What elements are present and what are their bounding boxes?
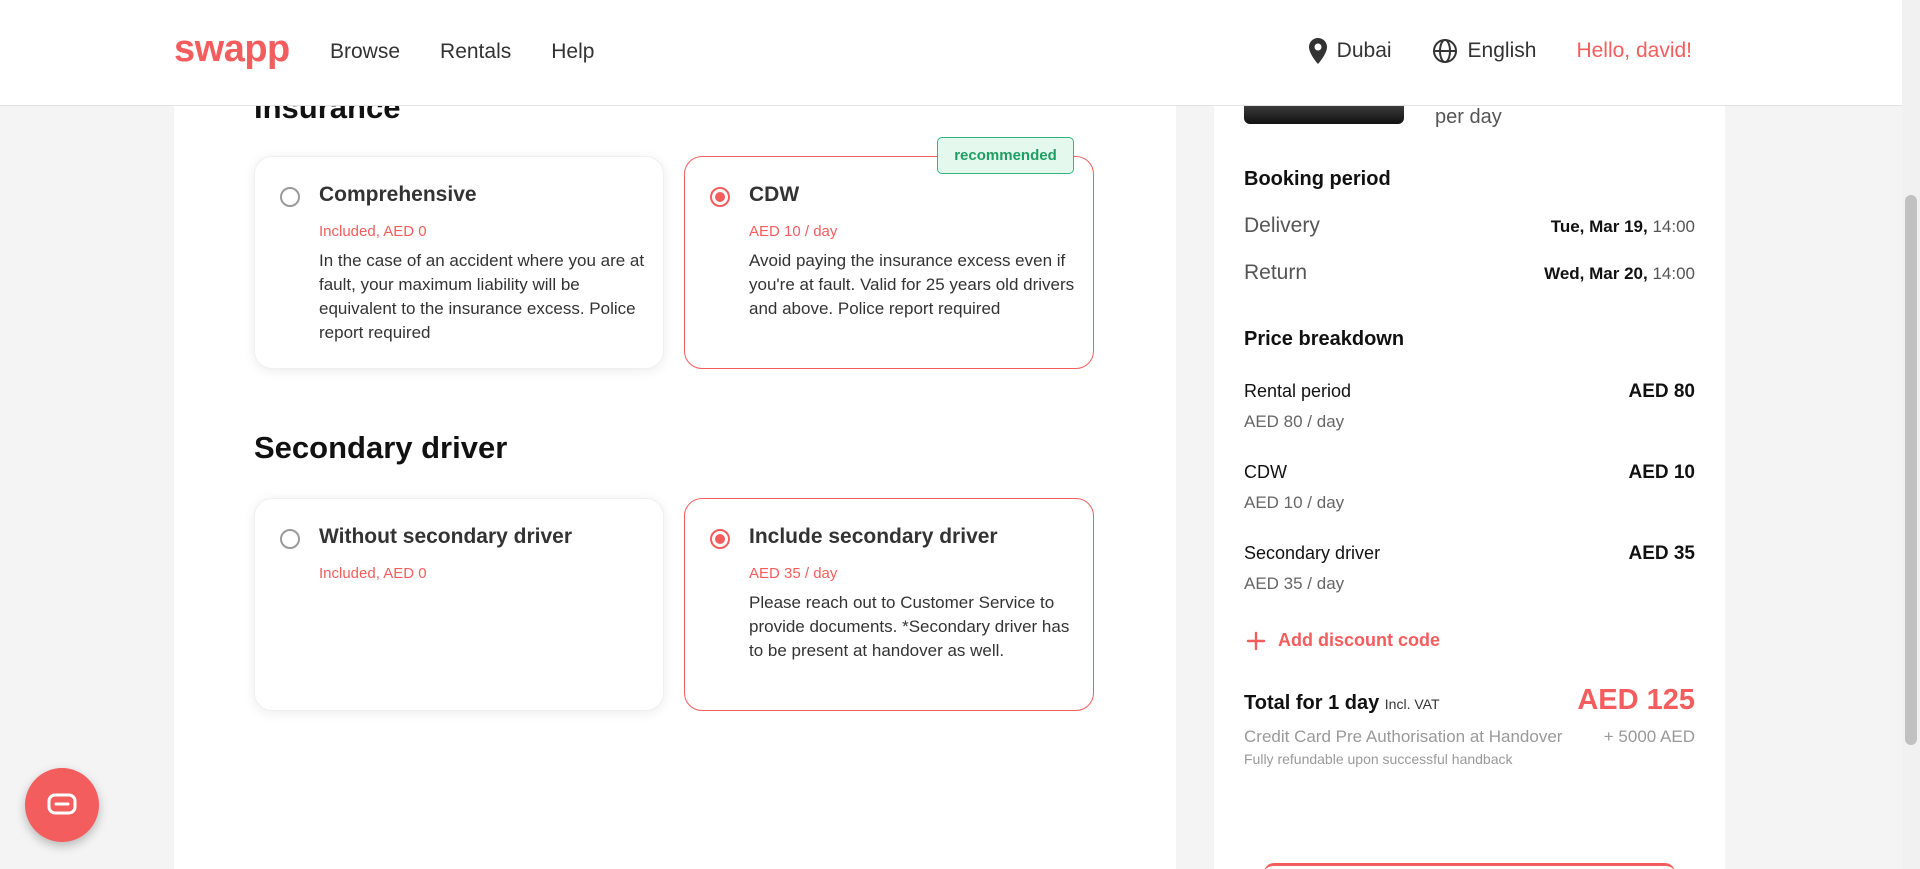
delivery-datetime: Tue, Mar 19, 14:00: [1551, 217, 1695, 237]
recommended-badge: recommended: [937, 137, 1074, 174]
credit-card-row: Credit Card Pre Authorisation at Handove…: [1244, 727, 1695, 747]
booking-summary: per day Booking period Delivery Tue, Mar…: [1214, 106, 1725, 869]
delivery-date: Tue, Mar 19,: [1550, 217, 1648, 236]
location-pin-icon: [1308, 38, 1327, 64]
total-label: Total for 1 day: [1244, 692, 1380, 714]
return-date: Wed, Mar 20,: [1544, 264, 1648, 283]
radio-comprehensive[interactable]: [280, 187, 300, 207]
total-label-group: Total for 1 day Incl. VAT: [1244, 692, 1440, 715]
delivery-label: Delivery: [1244, 214, 1320, 237]
plus-icon: [1246, 631, 1266, 650]
chat-icon: [47, 793, 77, 815]
total-amount: AED 125: [1577, 684, 1695, 716]
delivery-time: 14:00: [1652, 217, 1695, 236]
option-price: Included, AED 0: [319, 565, 427, 582]
language-selector[interactable]: English: [1432, 38, 1537, 64]
return-label: Return: [1244, 261, 1308, 284]
nav-rentals[interactable]: Rentals: [440, 40, 511, 64]
price-row-rental: Rental period AED 80: [1244, 381, 1695, 403]
car-thumbnail: [1244, 106, 1404, 124]
credit-card-label: Credit Card Pre Authorisation at Handove…: [1244, 727, 1563, 746]
chat-button[interactable]: [25, 768, 99, 842]
vat-note: Incl. VAT: [1384, 696, 1440, 712]
option-price: AED 10 / day: [749, 223, 838, 240]
option-price: Included, AED 0: [319, 223, 427, 240]
swapp-logo[interactable]: swapp: [174, 28, 290, 71]
radio-cdw[interactable]: [710, 187, 730, 207]
per-day-label: per day: [1435, 106, 1502, 128]
return-row: Return Wed, Mar 20, 14:00: [1244, 261, 1695, 285]
insurance-option-cdw[interactable]: recommended CDW AED 10 / day Avoid payin…: [684, 137, 1094, 369]
price-amount: AED 80: [1628, 381, 1695, 402]
secondary-option-without[interactable]: Without secondary driver Included, AED 0: [254, 498, 664, 711]
price-breakdown-title: Price breakdown: [1244, 328, 1405, 350]
price-sub: AED 80 / day: [1244, 412, 1345, 431]
insurance-option-comprehensive[interactable]: Comprehensive Included, AED 0 In the cas…: [254, 156, 664, 369]
price-row-secondary-driver: Secondary driver AED 35: [1244, 543, 1695, 565]
option-title: Without secondary driver: [319, 525, 573, 548]
discount-label: Add discount code: [1278, 630, 1440, 650]
radio-without-secondary[interactable]: [280, 529, 300, 549]
total-row: Total for 1 day Incl. VAT AED 125: [1244, 684, 1695, 717]
secondary-option-include[interactable]: Include secondary driver AED 35 / day Pl…: [684, 498, 1094, 711]
credit-card-amount: + 5000 AED: [1603, 727, 1695, 746]
price-sub: AED 35 / day: [1244, 574, 1345, 593]
add-discount-code-button[interactable]: Add discount code: [1246, 630, 1440, 651]
return-time: 14:00: [1652, 264, 1695, 283]
option-description: Avoid paying the insurance excess even i…: [749, 251, 1075, 318]
booking-period-title: Booking period: [1244, 168, 1391, 190]
main-content: Insurance Comprehensive Included, AED 0 …: [174, 90, 1176, 869]
globe-icon: [1432, 39, 1457, 63]
city-selector[interactable]: Dubai: [1308, 38, 1392, 64]
delivery-row: Delivery Tue, Mar 19, 14:00: [1244, 214, 1695, 238]
checkout-button[interactable]: [1264, 863, 1675, 869]
page-scrollbar[interactable]: [1902, 0, 1920, 869]
scrollbar-thumb[interactable]: [1905, 195, 1917, 745]
credit-card-note: Fully refundable upon successful handbac…: [1244, 751, 1513, 767]
top-header: swapp Browse Rentals Help Dubai English …: [0, 0, 1902, 106]
option-description: Please reach out to Customer Service to …: [749, 593, 1070, 660]
main-nav: Browse Rentals Help: [330, 40, 594, 64]
city-label: Dubai: [1336, 39, 1392, 62]
price-label: CDW: [1244, 462, 1287, 482]
return-datetime: Wed, Mar 20, 14:00: [1544, 264, 1695, 284]
price-row-cdw: CDW AED 10: [1244, 462, 1695, 484]
option-price: AED 35 / day: [749, 565, 838, 582]
secondary-driver-title: Secondary driver: [254, 430, 508, 465]
user-greeting[interactable]: Hello, david!: [1576, 39, 1692, 63]
option-title: Include secondary driver: [749, 525, 998, 548]
price-sub: AED 10 / day: [1244, 493, 1345, 512]
option-description: In the case of an accident where you are…: [319, 251, 645, 342]
price-amount: AED 10: [1628, 462, 1695, 483]
price-label: Secondary driver: [1244, 543, 1381, 563]
nav-browse[interactable]: Browse: [330, 40, 400, 64]
option-title: CDW: [749, 183, 800, 206]
radio-include-secondary[interactable]: [710, 529, 730, 549]
option-title: Comprehensive: [319, 183, 477, 206]
header-right: Dubai English Hello, david!: [1308, 38, 1692, 64]
price-amount: AED 35: [1628, 543, 1695, 564]
price-label: Rental period: [1244, 381, 1352, 401]
language-label: English: [1467, 39, 1537, 62]
nav-help[interactable]: Help: [551, 40, 594, 64]
